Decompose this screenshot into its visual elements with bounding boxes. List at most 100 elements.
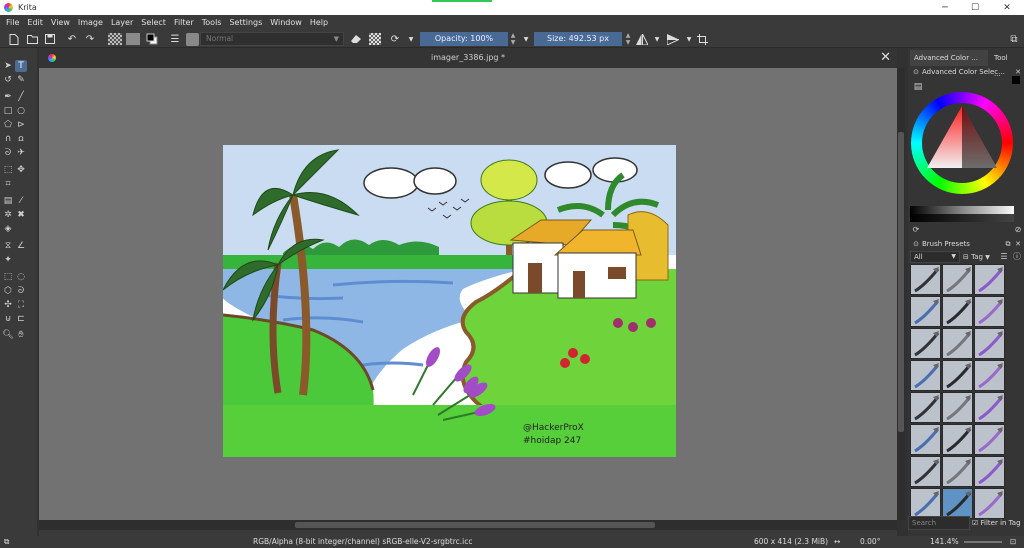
- calligraphy-tool-icon[interactable]: ✎: [15, 74, 27, 86]
- dock-float-icon[interactable]: ⧉: [1008, 33, 1020, 45]
- tab-advanced-color[interactable]: Advanced Color ...: [910, 50, 988, 66]
- measure-tool-icon[interactable]: ∠: [15, 240, 27, 252]
- fill-tool-icon[interactable]: ◈: [2, 223, 14, 235]
- menu-window[interactable]: Window: [266, 18, 306, 27]
- color-settings-icon[interactable]: ▤: [912, 81, 924, 93]
- opacity-slider[interactable]: Opacity: 100%: [420, 32, 508, 46]
- ellipse-tool-icon[interactable]: ○: [15, 105, 27, 117]
- current-color-swatch[interactable]: [1012, 76, 1020, 84]
- brush-size-slider[interactable]: Size: 492.53 px: [534, 32, 622, 46]
- fill-patterns-icon[interactable]: [126, 33, 140, 45]
- brush-preset-tile[interactable]: [974, 424, 1005, 455]
- similar-color-selection-tool-icon[interactable]: ⛶: [15, 299, 27, 311]
- brush-preset-tile[interactable]: [942, 424, 973, 455]
- brush-preset-tile[interactable]: [910, 360, 941, 391]
- brush-preset-tile[interactable]: [974, 328, 1005, 359]
- fill-gradients-icon[interactable]: [108, 33, 122, 45]
- save-icon[interactable]: [44, 33, 56, 45]
- menu-select[interactable]: Select: [137, 18, 170, 27]
- polygonal-selection-tool-icon[interactable]: ⬡: [2, 285, 14, 297]
- select-shapes-tool-icon[interactable]: ➤: [2, 60, 14, 72]
- info-icon[interactable]: ⓘ: [1011, 251, 1023, 263]
- fit-screen-icon[interactable]: ⊡: [1010, 536, 1016, 548]
- colorize-mask-tool-icon[interactable]: ✲: [2, 209, 14, 221]
- document-title[interactable]: imager_3386.jpg *: [39, 53, 897, 62]
- blend-mode-select[interactable]: Normal ▼: [200, 32, 344, 46]
- brush-preset-tile[interactable]: [910, 328, 941, 359]
- freehand-path-tool-icon[interactable]: ꭥ: [15, 133, 27, 145]
- chevron-down-icon[interactable]: ▼: [520, 33, 532, 45]
- bezier-selection-tool-icon[interactable]: ⊍: [2, 313, 14, 325]
- menu-edit[interactable]: Edit: [23, 18, 47, 27]
- open-folder-icon[interactable]: [26, 33, 38, 45]
- multibrush-tool-icon[interactable]: ✈: [15, 147, 27, 159]
- menu-filter[interactable]: Filter: [170, 18, 198, 27]
- close-docker-icon[interactable]: ✕: [1012, 238, 1024, 250]
- brush-preset-tile[interactable]: [974, 456, 1005, 487]
- wrap-around-crop-icon[interactable]: [696, 33, 708, 45]
- rectangular-selection-tool-icon[interactable]: ⬚: [2, 271, 14, 283]
- horizontal-scrollbar[interactable]: [39, 520, 897, 530]
- history-strip[interactable]: [910, 214, 1014, 222]
- menu-image[interactable]: Image: [74, 18, 107, 27]
- zoom-value[interactable]: 141.4%: [930, 536, 959, 548]
- reference-images-tool-icon[interactable]: ✦: [2, 254, 14, 266]
- menu-tools[interactable]: Tools: [198, 18, 226, 27]
- rectangle-tool-icon[interactable]: □: [2, 105, 14, 117]
- dynamic-brush-tool-icon[interactable]: ᘐ: [2, 147, 14, 159]
- saturation-value-triangle[interactable]: [925, 104, 999, 170]
- zoom-slider[interactable]: [964, 541, 1002, 543]
- menu-file[interactable]: File: [2, 18, 23, 27]
- brush-preset-tile[interactable]: [974, 264, 1005, 295]
- brush-preset-tile[interactable]: [974, 360, 1005, 391]
- tab-tool-options[interactable]: Tool ...: [990, 50, 1016, 78]
- redo-icon[interactable]: ↷: [84, 33, 96, 45]
- tag-menu-button[interactable]: ⊟ Tag ▼: [963, 251, 995, 263]
- smart-patch-tool-icon[interactable]: ✖: [15, 209, 27, 221]
- brush-preset-tile[interactable]: [942, 488, 973, 519]
- brush-preset-tile[interactable]: [910, 392, 941, 423]
- view-mode-icon[interactable]: ☰: [998, 251, 1010, 263]
- brush-settings-icon[interactable]: ☰: [169, 33, 181, 45]
- brush-preset-tile[interactable]: [942, 264, 973, 295]
- edit-shapes-tool-icon[interactable]: ↺: [2, 74, 14, 86]
- mirror-vertical-icon[interactable]: [667, 33, 679, 45]
- menu-view[interactable]: View: [47, 18, 74, 27]
- rotation-value[interactable]: 0.00°: [860, 536, 880, 548]
- transform-tool-icon[interactable]: ⬚: [2, 164, 14, 176]
- menu-layer[interactable]: Layer: [107, 18, 137, 27]
- pan-tool-icon[interactable]: ✋︎: [15, 329, 27, 341]
- new-document-icon[interactable]: [8, 33, 20, 45]
- preset-search-input[interactable]: Search: [908, 516, 970, 530]
- brush-preset-tile[interactable]: [910, 424, 941, 455]
- rotation-icon[interactable]: ↔: [834, 536, 840, 548]
- foreground-background-color-icon[interactable]: [146, 33, 158, 45]
- freehand-brush-tool-icon[interactable]: ✒: [2, 91, 14, 103]
- chevron-down-icon[interactable]: ▼: [683, 33, 695, 45]
- no-color-icon[interactable]: ⊘: [1012, 224, 1024, 236]
- hue-ring[interactable]: [911, 92, 1013, 194]
- chevron-down-icon[interactable]: ▼: [405, 33, 417, 45]
- preserve-alpha-icon[interactable]: [369, 33, 381, 45]
- chevron-down-icon[interactable]: ▼: [651, 33, 663, 45]
- polygon-tool-icon[interactable]: ⬠: [2, 119, 14, 131]
- text-tool-icon[interactable]: T: [15, 60, 27, 72]
- line-tool-icon[interactable]: ╱: [15, 91, 27, 103]
- status-options-icon[interactable]: ⧉: [4, 536, 9, 548]
- brush-preset-tile[interactable]: [974, 296, 1005, 327]
- brush-preset-tile[interactable]: [910, 456, 941, 487]
- color-picker-tool-icon[interactable]: ⁄: [15, 195, 27, 207]
- refresh-icon[interactable]: ⟳: [910, 224, 922, 236]
- eraser-mode-icon[interactable]: [350, 33, 362, 45]
- opacity-spinner[interactable]: ▲ ▼: [509, 32, 517, 46]
- brush-preset-tile[interactable]: [910, 296, 941, 327]
- contiguous-selection-tool-icon[interactable]: ✣: [2, 299, 14, 311]
- lock-icon[interactable]: ⊙: [910, 238, 922, 250]
- scrollbar-thumb[interactable]: [898, 132, 904, 432]
- tag-filter-select[interactable]: All ▼: [910, 251, 960, 263]
- scrollbar-thumb[interactable]: [295, 522, 655, 528]
- gradient-tool-icon[interactable]: ▤: [2, 195, 14, 207]
- brush-preset-tile[interactable]: [942, 392, 973, 423]
- assistant-tool-icon[interactable]: ⧖: [2, 240, 14, 252]
- crop-tool-icon[interactable]: ⌗: [2, 178, 14, 190]
